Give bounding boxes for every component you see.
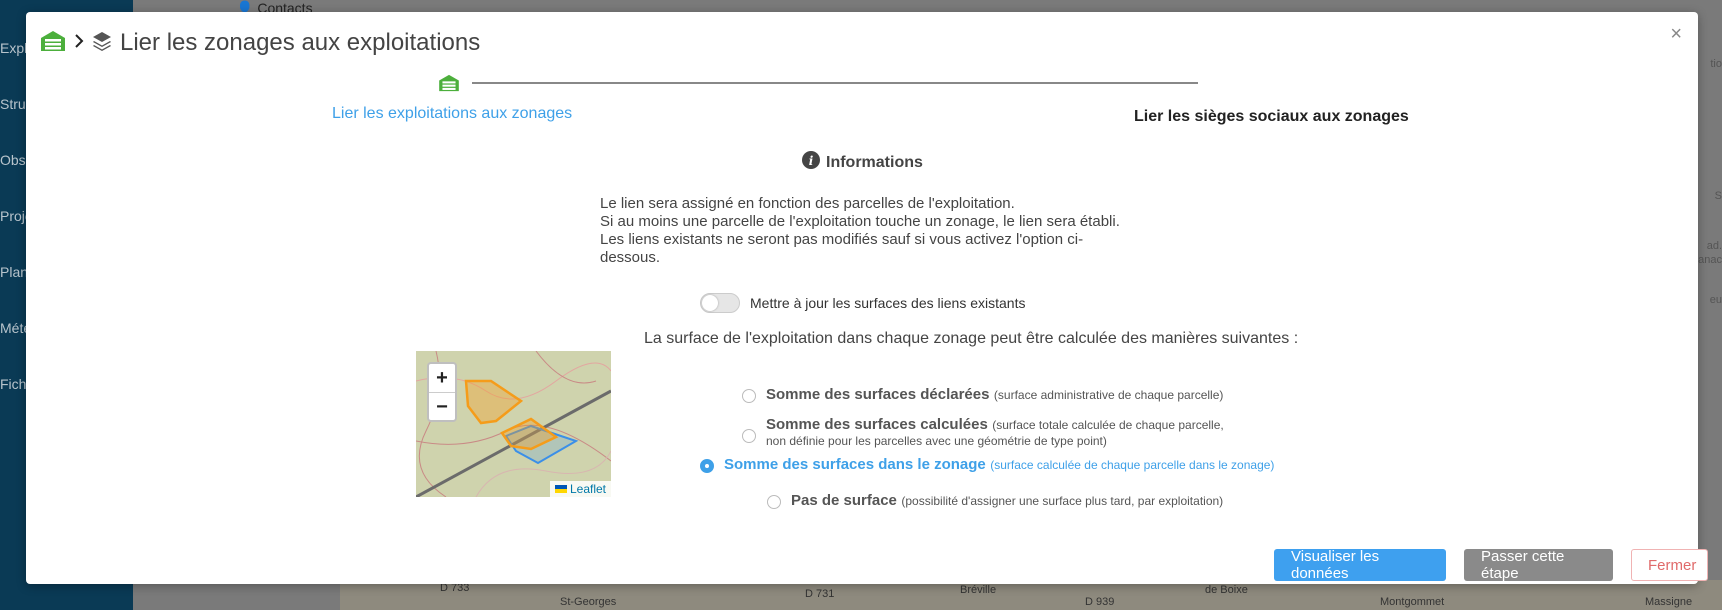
update-surfaces-toggle[interactable] bbox=[700, 293, 740, 313]
radio-calculated[interactable] bbox=[742, 429, 756, 443]
info-heading: i Informations bbox=[802, 151, 923, 174]
update-surfaces-toggle-row: Mettre à jour les surfaces des liens exi… bbox=[700, 293, 1025, 313]
option-title: Somme des surfaces dans le zonage bbox=[724, 456, 986, 473]
chevron-right-icon bbox=[74, 33, 84, 54]
option-declared-surfaces[interactable]: Somme des surfaces déclarées (surface ad… bbox=[742, 387, 1223, 403]
farm-icon[interactable] bbox=[40, 30, 66, 57]
svg-text:i: i bbox=[809, 154, 814, 168]
layers-icon bbox=[92, 31, 112, 56]
info-text: Le lien sera assigné en fonction des par… bbox=[600, 195, 1120, 267]
option-subtitle-2: non définie pour les parcelles avec une … bbox=[766, 434, 1107, 448]
skip-step-button[interactable]: Passer cette étape bbox=[1464, 548, 1613, 582]
close-button[interactable]: Fermer bbox=[1631, 549, 1708, 581]
map-label: de Boixe bbox=[1205, 584, 1248, 596]
radio-no-surface[interactable] bbox=[767, 495, 781, 509]
background-label: S bbox=[1714, 190, 1722, 202]
toggle-label: Mettre à jour les surfaces des liens exi… bbox=[750, 295, 1026, 311]
map-label: Bréville bbox=[960, 584, 997, 596]
ukraine-flag-icon bbox=[554, 485, 567, 493]
stepper-line bbox=[472, 82, 1198, 84]
map-label: St-Georges bbox=[560, 596, 617, 608]
option-calculated-surfaces[interactable]: Somme des surfaces calculées (surface to… bbox=[742, 417, 1224, 449]
map-label: Montgommet bbox=[1380, 596, 1445, 608]
background-label: ad. bbox=[1706, 240, 1722, 252]
option-title: Pas de surface bbox=[791, 492, 897, 509]
background-label: anac bbox=[1698, 254, 1722, 266]
info-title: Informations bbox=[826, 153, 923, 171]
radio-zone[interactable] bbox=[700, 459, 714, 473]
surface-intro-text: La surface de l'exploitation dans chaque… bbox=[644, 330, 1299, 347]
preview-map[interactable]: + − Leaflet bbox=[416, 351, 611, 497]
map-label: Massigne bbox=[1645, 596, 1693, 608]
step-link-headquarters: Lier les sièges sociaux aux zonages bbox=[1134, 108, 1409, 125]
info-line: Le lien sera assigné en fonction des par… bbox=[600, 195, 1015, 212]
zoom-out-button[interactable]: − bbox=[429, 392, 455, 420]
option-subtitle: (surface totale calculée de chaque parce… bbox=[992, 418, 1224, 432]
background-map: D 733 St-Georges D 731 Bréville de Boixe… bbox=[340, 580, 1722, 610]
info-icon: i bbox=[802, 151, 820, 174]
map-attribution: Leaflet bbox=[549, 481, 611, 497]
option-subtitle: (surface administrative de chaque parcel… bbox=[993, 388, 1224, 402]
farm-icon bbox=[438, 74, 460, 97]
info-line: Les liens existants ne seront pas modifi… bbox=[600, 231, 1084, 266]
background-label: tio bbox=[1710, 58, 1722, 70]
option-title: Somme des surfaces calculées bbox=[766, 416, 988, 433]
modal-title: Lier les zonages aux exploitations bbox=[120, 29, 481, 56]
radio-declared[interactable] bbox=[742, 389, 756, 403]
zoom-in-button[interactable]: + bbox=[429, 364, 455, 392]
modal-breadcrumb: Lier les zonages aux exploitations bbox=[40, 28, 480, 58]
option-subtitle: (surface calculée de chaque parcelle dan… bbox=[990, 458, 1275, 472]
visualize-data-button[interactable]: Visualiser les données bbox=[1274, 548, 1446, 582]
zoom-controls: + − bbox=[427, 362, 457, 422]
option-zone-surfaces[interactable]: Somme des surfaces dans le zonage (surfa… bbox=[700, 457, 1274, 473]
close-icon[interactable]: × bbox=[1670, 24, 1682, 44]
link-zones-modal: Lier les zonages aux exploitations × Lie… bbox=[26, 12, 1708, 584]
attribution-link[interactable]: Leaflet bbox=[570, 482, 606, 496]
map-label: D 731 bbox=[805, 588, 835, 600]
option-title: Somme des surfaces déclarées bbox=[766, 386, 990, 403]
option-subtitle: (possibilité d'assigner une surface plus… bbox=[901, 494, 1224, 508]
background-label: eu bbox=[1709, 294, 1722, 306]
option-no-surface[interactable]: Pas de surface (possibilité d'assigner u… bbox=[767, 493, 1223, 509]
step-link-farms[interactable]: Lier les exploitations aux zonages bbox=[332, 105, 572, 123]
info-line: Si au moins une parcelle de l'exploitati… bbox=[600, 213, 1120, 230]
map-label: D 939 bbox=[1085, 596, 1115, 608]
